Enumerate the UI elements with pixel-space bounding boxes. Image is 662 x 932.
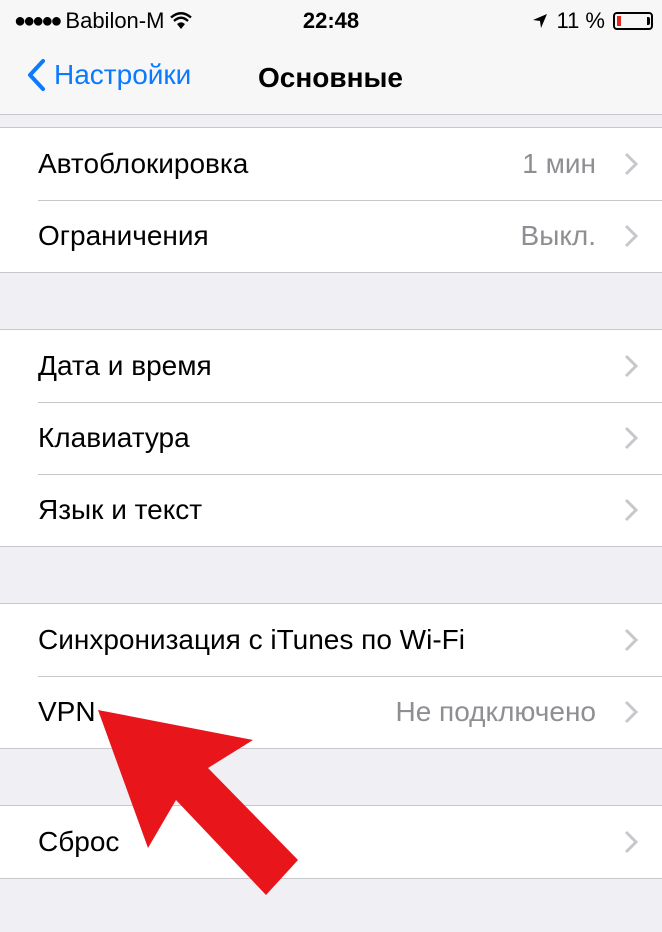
row-value: 1 мин <box>522 148 596 179</box>
back-button-label: Настройки <box>54 59 192 90</box>
row-autolock[interactable]: Автоблокировка 1 мин <box>0 128 662 200</box>
chevron-right-icon <box>624 628 638 652</box>
row-label: Ограничения <box>38 220 209 251</box>
page-title: Основные <box>258 62 403 93</box>
row-language-text[interactable]: Язык и текст <box>0 474 662 546</box>
chevron-right-icon <box>624 830 638 854</box>
row-date-time[interactable]: Дата и время <box>0 330 662 402</box>
row-restrictions[interactable]: Ограничения Выкл. <box>0 200 662 272</box>
battery-icon <box>613 12 653 30</box>
row-value: Выкл. <box>520 220 596 251</box>
chevron-right-icon <box>624 224 638 248</box>
location-arrow-icon <box>533 14 548 28</box>
row-label: Язык и текст <box>38 494 203 525</box>
settings-group-input: Дата и время Клавиатура Язык и текст <box>0 329 662 547</box>
row-label: VPN <box>38 696 96 727</box>
settings-group-lock: Автоблокировка 1 мин Ограничения Выкл. <box>0 127 662 273</box>
row-itunes-wifi-sync[interactable]: Синхронизация с iTunes по Wi-Fi <box>0 604 662 676</box>
status-bar: ●●●●● Babilon-M 22:48 11 % <box>0 0 662 40</box>
chevron-right-icon <box>624 152 638 176</box>
battery-level <box>617 16 621 26</box>
chevron-right-icon <box>624 354 638 378</box>
battery-percent: 11 % <box>556 8 605 33</box>
row-label: Синхронизация с iTunes по Wi-Fi <box>38 624 465 655</box>
chevron-left-icon <box>28 59 45 91</box>
navigation-bar: Настройки Основные <box>0 40 662 115</box>
back-button[interactable]: Настройки <box>26 58 191 92</box>
chevron-right-icon <box>624 498 638 522</box>
row-value: Не подключено <box>395 696 596 727</box>
chevron-right-icon <box>624 426 638 450</box>
red-arrow-icon <box>98 710 298 895</box>
row-label: Автоблокировка <box>38 148 249 179</box>
row-keyboard[interactable]: Клавиатура <box>0 402 662 474</box>
status-right: 11 % <box>532 8 653 34</box>
row-label: Дата и время <box>38 350 212 381</box>
row-label: Клавиатура <box>38 422 190 453</box>
chevron-right-icon <box>624 700 638 724</box>
